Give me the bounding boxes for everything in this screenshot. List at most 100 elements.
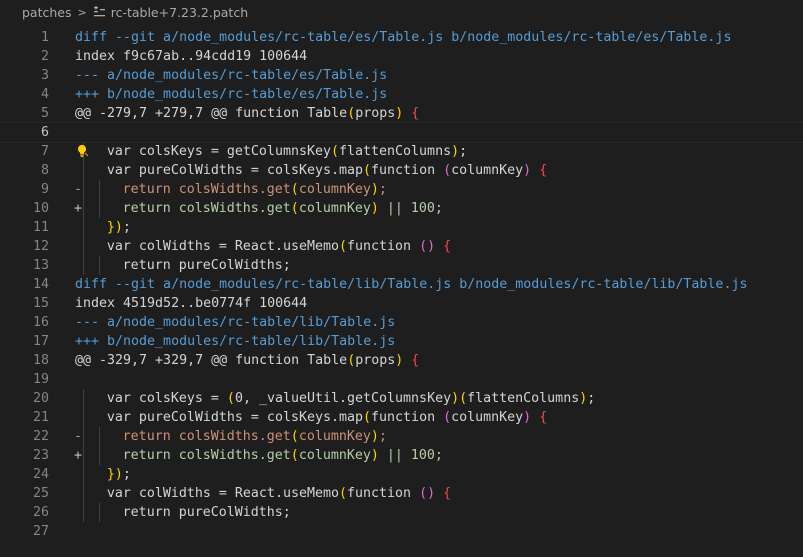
code-line[interactable]: 1 diff --git a/node_modules/rc-table/es/T…	[0, 28, 803, 47]
line-number: 6	[40, 125, 49, 140]
line-number: 12	[32, 239, 49, 254]
indent-guide	[98, 199, 100, 218]
indent-guide	[83, 218, 84, 237]
indent-guide	[83, 408, 84, 427]
line-number: 26	[32, 505, 49, 520]
code-text: });	[106, 467, 131, 482]
indent-guide	[98, 446, 100, 465]
line-number: 16	[32, 315, 49, 330]
code-line[interactable]: 18 @@ -329,7 +329,7 @@ function Table(pro…	[0, 351, 803, 370]
indent-guide	[83, 427, 84, 446]
indent-guide	[98, 503, 100, 522]
line-number: 18	[32, 353, 49, 368]
code-line[interactable]: 13 return pureColWidths;	[0, 256, 803, 275]
code-text: var colWidths = React.useMemo(function (…	[106, 486, 452, 501]
code-text: return colsWidths.get(columnKey);	[122, 182, 387, 197]
code-text: var colWidths = React.useMemo(function (…	[106, 239, 452, 254]
code-line[interactable]: 22- return colsWidths.get(columnKey);	[0, 427, 803, 446]
line-number: 27	[32, 524, 49, 539]
code-text: +++ b/node_modules/rc-table/es/Table.js	[75, 87, 388, 102]
code-text: var colsKeys = (0, _valueUtil.getColumns…	[106, 391, 596, 406]
code-line[interactable]: 10 + return colsWidths.get(columnKey) || 1…	[0, 199, 803, 218]
code-line[interactable]: 17 +++ b/node_modules/rc-table/lib/Table.…	[0, 332, 803, 351]
line-number: 19	[32, 372, 49, 387]
code-text: --- a/node_modules/rc-table/es/Table.js	[75, 68, 388, 83]
indent-guide	[83, 389, 84, 408]
indent-guide	[83, 503, 84, 522]
code-line[interactable]: 25 var colWidths = React.useMemo(function…	[0, 484, 803, 503]
line-number: 10	[32, 201, 49, 216]
code-text: diff --git a/node_modules/rc-table/lib/T…	[75, 277, 748, 292]
line-number: 14	[32, 277, 49, 292]
line-number: 4	[40, 87, 49, 102]
code-line[interactable]: 26 return pureColWidths;	[0, 503, 803, 522]
lightbulb-icon[interactable]	[74, 143, 90, 159]
code-line[interactable]: 3 --- a/node_modules/rc-table/es/Table.js	[0, 66, 803, 85]
line-number: 1	[40, 30, 49, 45]
code-text: diff --git a/node_modules/rc-table/es/Ta…	[75, 30, 732, 45]
code-line[interactable]: 20 var colsKeys = (0, _valueUtil.getColum…	[0, 389, 803, 408]
line-number: 5	[40, 106, 49, 121]
code-line[interactable]: 2 index f9c67ab..94cdd19 100644	[0, 47, 803, 66]
line-number: 20	[32, 391, 49, 406]
code-text: @@ -279,7 +279,7 @@ function Table(props…	[75, 106, 420, 121]
indent-guide	[83, 199, 84, 218]
code-text: index 4519d52..be0774f 100644	[75, 296, 308, 311]
code-text: return colsWidths.get(columnKey);	[122, 429, 387, 444]
line-number: 3	[40, 68, 49, 83]
line-number: 8	[40, 163, 49, 178]
code-line[interactable]: 15 index 4519d52..be0774f 100644	[0, 294, 803, 313]
code-line[interactable]: 14 diff --git a/node_modules/rc-table/lib…	[0, 275, 803, 294]
code-text: return pureColWidths;	[122, 505, 291, 520]
code-line[interactable]: 7 var colsKeys = getColumnsKey(flattenCol…	[0, 142, 803, 161]
indent-guide	[98, 256, 100, 275]
code-line[interactable]: 19	[0, 370, 803, 389]
line-number: 7	[40, 144, 49, 159]
code-line[interactable]: 5 @@ -279,7 +279,7 @@ function Table(prop…	[0, 104, 803, 123]
line-number: 24	[32, 467, 49, 482]
indent-guide	[83, 484, 84, 503]
code-line[interactable]: 8 var pureColWidths = colsKeys.map(functi…	[0, 161, 803, 180]
code-text: });	[106, 220, 131, 235]
code-line[interactable]: 16 --- a/node_modules/rc-table/lib/Table.…	[0, 313, 803, 332]
code-text: index f9c67ab..94cdd19 100644	[75, 49, 308, 64]
line-number: 11	[32, 220, 49, 235]
line-number: 13	[32, 258, 49, 273]
breadcrumb: patches > rc-table+7.23.2.patch	[0, 0, 803, 25]
line-number: 23	[32, 448, 49, 463]
code-text: return pureColWidths;	[122, 258, 291, 273]
code-line[interactable]: 9- return colsWidths.get(columnKey);	[0, 180, 803, 199]
breadcrumb-folder[interactable]: patches	[22, 5, 72, 20]
indent-guide	[83, 465, 84, 484]
code-line[interactable]: 6	[0, 122, 803, 143]
code-line[interactable]: 27	[0, 522, 803, 541]
diff-file-icon	[93, 6, 107, 20]
code-text: @@ -329,7 +329,7 @@ function Table(props…	[75, 353, 420, 368]
indent-guide	[98, 180, 100, 199]
line-number: 22	[32, 429, 49, 444]
indent-guide	[83, 256, 84, 275]
code-text: +++ b/node_modules/rc-table/lib/Table.js	[75, 334, 396, 349]
code-editor[interactable]: 1 diff --git a/node_modules/rc-table/es/T…	[0, 28, 803, 557]
code-line[interactable]: 11});	[0, 218, 803, 237]
breadcrumb-file[interactable]: rc-table+7.23.2.patch	[111, 5, 248, 20]
indent-guide	[83, 180, 84, 199]
indent-guide	[98, 427, 100, 446]
code-text: var colsKeys = getColumnsKey(flattenColu…	[106, 144, 468, 159]
line-number: 15	[32, 296, 49, 311]
indent-guide	[83, 161, 84, 180]
line-number: 17	[32, 334, 49, 349]
code-text: var pureColWidths = colsKeys.map(functio…	[106, 410, 548, 425]
code-text: return colsWidths.get(columnKey) || 100;	[122, 448, 443, 463]
line-number: 2	[40, 49, 49, 64]
line-number: 9	[40, 182, 49, 197]
code-text: --- a/node_modules/rc-table/lib/Table.js	[75, 315, 396, 330]
indent-guide	[83, 446, 84, 465]
breadcrumb-separator: >	[77, 6, 87, 19]
code-line[interactable]: 21 var pureColWidths = colsKeys.map(funct…	[0, 408, 803, 427]
code-line[interactable]: 23 + return colsWidths.get(columnKey) || 1…	[0, 446, 803, 465]
code-line[interactable]: 12 var colWidths = React.useMemo(function…	[0, 237, 803, 256]
code-line[interactable]: 24});	[0, 465, 803, 484]
line-number: 21	[32, 410, 49, 425]
code-line[interactable]: 4 +++ b/node_modules/rc-table/es/Table.js	[0, 85, 803, 104]
